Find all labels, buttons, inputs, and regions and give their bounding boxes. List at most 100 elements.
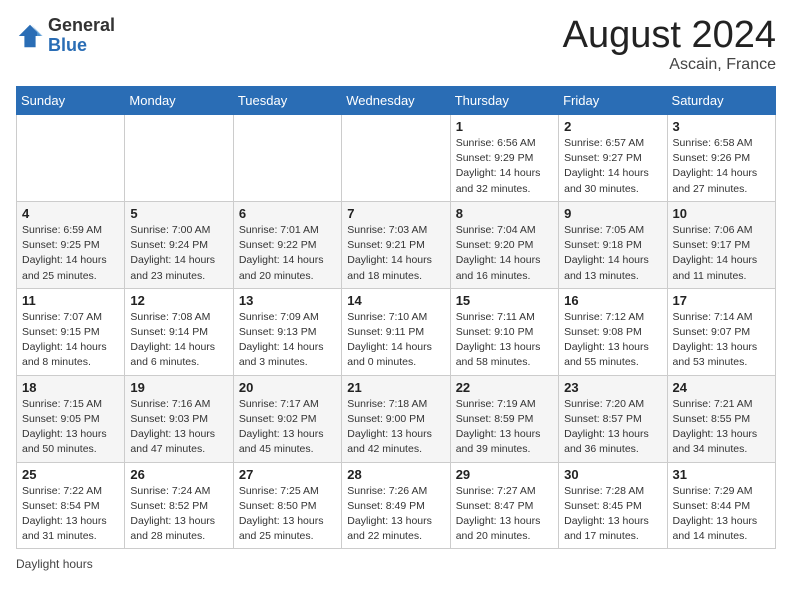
- weekday-header: Sunday: [17, 87, 125, 115]
- day-info: Sunrise: 7:09 AM Sunset: 9:13 PM Dayligh…: [239, 310, 336, 371]
- calendar-cell: 2 Sunrise: 6:57 AM Sunset: 9:27 PM Daylig…: [559, 115, 667, 202]
- day-info: Sunrise: 7:27 AM Sunset: 8:47 PM Dayligh…: [456, 484, 553, 545]
- day-number: 17: [673, 293, 770, 308]
- calendar-cell: [342, 115, 450, 202]
- day-number: 31: [673, 467, 770, 482]
- day-info: Sunrise: 7:26 AM Sunset: 8:49 PM Dayligh…: [347, 484, 444, 545]
- calendar-cell: 28Sunrise: 7:26 AM Sunset: 8:49 PM Dayli…: [342, 462, 450, 549]
- day-number: 14: [347, 293, 444, 308]
- logo: General Blue: [16, 16, 115, 56]
- calendar-cell: 18Sunrise: 7:15 AM Sunset: 9:05 PM Dayli…: [17, 375, 125, 462]
- calendar-cell: 3 Sunrise: 6:58 AM Sunset: 9:26 PM Daylig…: [667, 115, 775, 202]
- day-info: Sunrise: 6:58 AM Sunset: 9:26 PM Dayligh…: [673, 136, 770, 197]
- day-number: 3: [673, 119, 770, 134]
- day-info: Sunrise: 7:00 AM Sunset: 9:24 PM Dayligh…: [130, 223, 227, 284]
- day-number: 9: [564, 206, 661, 221]
- calendar-week-row: 1 Sunrise: 6:56 AM Sunset: 9:29 PM Daylig…: [17, 115, 776, 202]
- day-number: 25: [22, 467, 119, 482]
- month-year: August 2024: [563, 16, 776, 54]
- weekday-header: Tuesday: [233, 87, 341, 115]
- calendar-cell: 19Sunrise: 7:16 AM Sunset: 9:03 PM Dayli…: [125, 375, 233, 462]
- calendar-cell: 11 Sunrise: 7:07 AM Sunset: 9:15 PM Dayli…: [17, 288, 125, 375]
- day-info: Sunrise: 7:05 AM Sunset: 9:18 PM Dayligh…: [564, 223, 661, 284]
- day-info: Sunrise: 7:29 AM Sunset: 8:44 PM Dayligh…: [673, 484, 770, 545]
- day-number: 26: [130, 467, 227, 482]
- day-number: 8: [456, 206, 553, 221]
- day-info: Sunrise: 7:21 AM Sunset: 8:55 PM Dayligh…: [673, 397, 770, 458]
- day-info: Sunrise: 7:17 AM Sunset: 9:02 PM Dayligh…: [239, 397, 336, 458]
- day-number: 5: [130, 206, 227, 221]
- calendar-cell: 15 Sunrise: 7:11 AM Sunset: 9:10 PM Dayli…: [450, 288, 558, 375]
- day-info: Sunrise: 7:24 AM Sunset: 8:52 PM Dayligh…: [130, 484, 227, 545]
- day-info: Sunrise: 7:11 AM Sunset: 9:10 PM Dayligh…: [456, 310, 553, 371]
- day-number: 7: [347, 206, 444, 221]
- day-number: 10: [673, 206, 770, 221]
- calendar-cell: 5 Sunrise: 7:00 AM Sunset: 9:24 PM Daylig…: [125, 201, 233, 288]
- calendar-cell: 10 Sunrise: 7:06 AM Sunset: 9:17 PM Dayli…: [667, 201, 775, 288]
- day-info: Sunrise: 7:12 AM Sunset: 9:08 PM Dayligh…: [564, 310, 661, 371]
- calendar-cell: 22 Sunrise: 7:19 AM Sunset: 8:59 PM Dayli…: [450, 375, 558, 462]
- day-number: 15: [456, 293, 553, 308]
- calendar-week-row: 18Sunrise: 7:15 AM Sunset: 9:05 PM Dayli…: [17, 375, 776, 462]
- day-number: 13: [239, 293, 336, 308]
- calendar-cell: 20 Sunrise: 7:17 AM Sunset: 9:02 PM Dayli…: [233, 375, 341, 462]
- day-number: 22: [456, 380, 553, 395]
- weekday-header: Wednesday: [342, 87, 450, 115]
- calendar-cell: 30 Sunrise: 7:28 AM Sunset: 8:45 PM Dayli…: [559, 462, 667, 549]
- calendar-cell: 17 Sunrise: 7:14 AM Sunset: 9:07 PM Dayli…: [667, 288, 775, 375]
- calendar-cell: 7Sunrise: 7:03 AM Sunset: 9:21 PM Daylig…: [342, 201, 450, 288]
- calendar-cell: 27 Sunrise: 7:25 AM Sunset: 8:50 PM Dayli…: [233, 462, 341, 549]
- day-number: 23: [564, 380, 661, 395]
- calendar-week-row: 11 Sunrise: 7:07 AM Sunset: 9:15 PM Dayli…: [17, 288, 776, 375]
- calendar-cell: 14 Sunrise: 7:10 AM Sunset: 9:11 PM Dayli…: [342, 288, 450, 375]
- calendar-cell: [125, 115, 233, 202]
- day-info: Sunrise: 7:28 AM Sunset: 8:45 PM Dayligh…: [564, 484, 661, 545]
- calendar-cell: 21Sunrise: 7:18 AM Sunset: 9:00 PM Dayli…: [342, 375, 450, 462]
- calendar-cell: 1 Sunrise: 6:56 AM Sunset: 9:29 PM Daylig…: [450, 115, 558, 202]
- day-info: Sunrise: 7:08 AM Sunset: 9:14 PM Dayligh…: [130, 310, 227, 371]
- day-number: 1: [456, 119, 553, 134]
- day-info: Sunrise: 7:10 AM Sunset: 9:11 PM Dayligh…: [347, 310, 444, 371]
- day-info: Sunrise: 7:07 AM Sunset: 9:15 PM Dayligh…: [22, 310, 119, 371]
- weekday-header: Thursday: [450, 87, 558, 115]
- day-number: 11: [22, 293, 119, 308]
- day-info: Sunrise: 6:57 AM Sunset: 9:27 PM Dayligh…: [564, 136, 661, 197]
- day-number: 12: [130, 293, 227, 308]
- weekday-header: Friday: [559, 87, 667, 115]
- day-info: Sunrise: 7:06 AM Sunset: 9:17 PM Dayligh…: [673, 223, 770, 284]
- footer: Daylight hours: [16, 557, 776, 571]
- calendar-header-row: SundayMondayTuesdayWednesdayThursdayFrid…: [17, 87, 776, 115]
- day-info: Sunrise: 6:59 AM Sunset: 9:25 PM Dayligh…: [22, 223, 119, 284]
- logo-icon: [16, 22, 44, 50]
- logo-blue: Blue: [48, 35, 87, 55]
- page-header: General Blue August 2024 Ascain, France: [16, 16, 776, 74]
- calendar-cell: 26 Sunrise: 7:24 AM Sunset: 8:52 PM Dayli…: [125, 462, 233, 549]
- calendar-cell: 24Sunrise: 7:21 AM Sunset: 8:55 PM Dayli…: [667, 375, 775, 462]
- calendar-table: SundayMondayTuesdayWednesdayThursdayFrid…: [16, 86, 776, 549]
- day-number: 2: [564, 119, 661, 134]
- day-number: 19: [130, 380, 227, 395]
- calendar-cell: 29 Sunrise: 7:27 AM Sunset: 8:47 PM Dayli…: [450, 462, 558, 549]
- calendar-week-row: 25Sunrise: 7:22 AM Sunset: 8:54 PM Dayli…: [17, 462, 776, 549]
- day-number: 20: [239, 380, 336, 395]
- day-number: 27: [239, 467, 336, 482]
- day-number: 29: [456, 467, 553, 482]
- day-number: 16: [564, 293, 661, 308]
- logo-general: General: [48, 15, 115, 35]
- day-info: Sunrise: 7:25 AM Sunset: 8:50 PM Dayligh…: [239, 484, 336, 545]
- day-info: Sunrise: 7:19 AM Sunset: 8:59 PM Dayligh…: [456, 397, 553, 458]
- day-info: Sunrise: 7:01 AM Sunset: 9:22 PM Dayligh…: [239, 223, 336, 284]
- calendar-cell: 13 Sunrise: 7:09 AM Sunset: 9:13 PM Dayli…: [233, 288, 341, 375]
- day-number: 30: [564, 467, 661, 482]
- day-info: Sunrise: 6:56 AM Sunset: 9:29 PM Dayligh…: [456, 136, 553, 197]
- calendar-cell: 4 Sunrise: 6:59 AM Sunset: 9:25 PM Daylig…: [17, 201, 125, 288]
- title-block: August 2024 Ascain, France: [563, 16, 776, 74]
- day-number: 4: [22, 206, 119, 221]
- logo-text: General Blue: [48, 16, 115, 56]
- calendar-cell: [233, 115, 341, 202]
- calendar-cell: 23Sunrise: 7:20 AM Sunset: 8:57 PM Dayli…: [559, 375, 667, 462]
- calendar-cell: 8Sunrise: 7:04 AM Sunset: 9:20 PM Daylig…: [450, 201, 558, 288]
- day-info: Sunrise: 7:14 AM Sunset: 9:07 PM Dayligh…: [673, 310, 770, 371]
- calendar-week-row: 4 Sunrise: 6:59 AM Sunset: 9:25 PM Daylig…: [17, 201, 776, 288]
- calendar-cell: 31 Sunrise: 7:29 AM Sunset: 8:44 PM Dayli…: [667, 462, 775, 549]
